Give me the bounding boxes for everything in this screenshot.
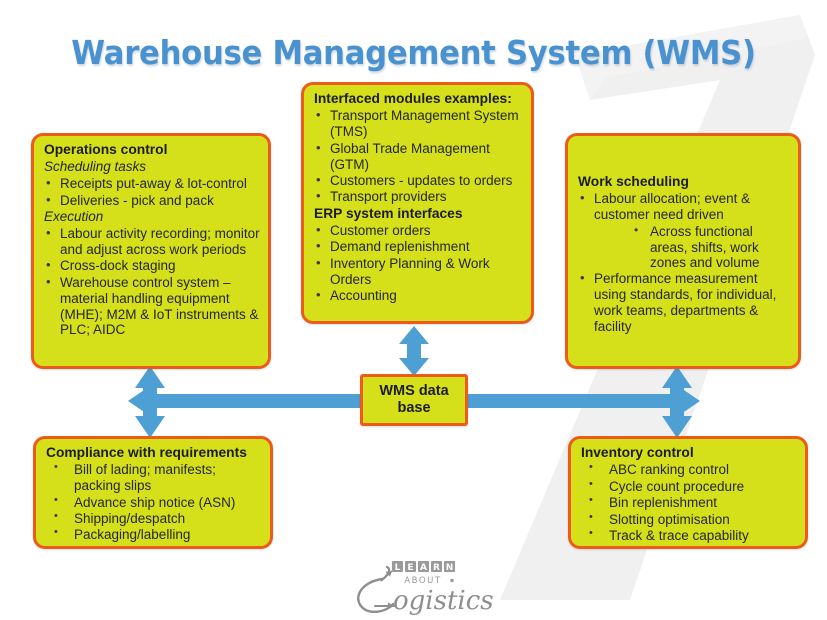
card-body: Inventory control ABC ranking control Cy… — [571, 439, 805, 550]
list-item: Transport Management System (TMS) — [314, 107, 523, 140]
card-interfaced-modules: Interfaced modules examples: Transport M… — [301, 82, 534, 324]
list-item: Bin replenishment — [581, 494, 797, 511]
bullet-list-compliance: Bill of lading; manifests; packing slips… — [46, 461, 262, 543]
bullet-list-scheduling: Receipts put-away & lot-control Deliveri… — [44, 175, 260, 209]
card-heading: Interfaced modules examples: — [314, 91, 512, 106]
subheading-execution: Execution — [44, 209, 104, 225]
list-item: Transport providers — [314, 188, 523, 205]
logo-letter: E — [407, 563, 413, 573]
list-item: Warehouse control system – material hand… — [44, 274, 260, 339]
list-item: Bill of lading; manifests; packing slips — [46, 461, 262, 494]
diagram-canvas: Warehouse Management System (WMS) Operat… — [0, 0, 827, 620]
bullet-list-inventory: ABC ranking control Cycle count procedur… — [581, 461, 797, 544]
card-wms-database: WMS data base — [360, 374, 468, 426]
logo-letter: R — [433, 563, 440, 573]
card-body: Compliance with requirements Bill of lad… — [36, 439, 270, 550]
page-title: Warehouse Management System (WMS) — [71, 33, 756, 72]
list-item: Labour allocation; event & customer need… — [578, 190, 790, 223]
card-operations-control: Operations control Scheduling tasks Rece… — [31, 133, 271, 369]
logo-letter: L — [395, 563, 401, 573]
brand-logo: L E A R N ABOUT ogistics — [345, 558, 495, 616]
list-item: Demand replenishment — [314, 238, 523, 255]
list-item: Packaging/labelling — [46, 526, 262, 543]
list-item: Inventory Planning & Work Orders — [314, 255, 523, 288]
card-inventory-control: Inventory control ABC ranking control Cy… — [568, 436, 808, 549]
list-item: Track & trace capability — [581, 527, 797, 544]
logo-word-logistics: ogistics — [393, 586, 494, 616]
logo-word-about: ABOUT — [404, 576, 442, 586]
list-item: ABC ranking control — [581, 461, 797, 478]
logo-letter: N — [446, 563, 454, 573]
arrow-right-vertical — [662, 366, 692, 438]
list-item: Customers - updates to orders — [314, 172, 523, 189]
card-body: Operations control Scheduling tasks Rece… — [34, 136, 268, 345]
arrow-left-vertical — [135, 366, 165, 438]
card-body: Interfaced modules examples: Transport M… — [304, 85, 531, 311]
card-heading: Inventory control — [581, 445, 694, 460]
card-heading: Operations control — [44, 142, 168, 157]
list-item: Performance measurement using standards,… — [578, 270, 790, 335]
learn-about-logistics-logo-icon: L E A R N ABOUT ogistics — [357, 561, 494, 616]
sub-bullet-list: Across functional areas, shifts, work zo… — [578, 223, 790, 272]
list-item: Slotting optimisation — [581, 511, 797, 528]
card-work-scheduling: Work scheduling Labour allocation; event… — [565, 133, 801, 369]
arrow-center-vertical — [399, 326, 429, 376]
list-item: Deliveries - pick and pack — [44, 192, 260, 209]
card-heading: Compliance with requirements — [46, 445, 247, 460]
list-item: Global Trade Management (GTM) — [314, 140, 523, 173]
bullet-list-performance: Performance measurement using standards,… — [578, 270, 790, 335]
bullet-list-work-scheduling: Labour allocation; event & customer need… — [578, 190, 790, 223]
card-compliance: Compliance with requirements Bill of lad… — [33, 436, 273, 549]
card-subheading-erp: ERP system interfaces — [314, 205, 463, 221]
list-item: Shipping/despatch — [46, 510, 262, 527]
wms-database-line2: base — [397, 400, 431, 416]
card-body: Work scheduling Labour allocation; event… — [568, 136, 798, 342]
card-heading: Work scheduling — [578, 174, 689, 189]
logo-letter: A — [420, 563, 427, 573]
wms-database-line1: WMS data — [379, 383, 449, 400]
subheading-scheduling-tasks: Scheduling tasks — [44, 159, 147, 175]
list-item: Cross-dock staging — [44, 257, 260, 274]
list-item: Cycle count procedure — [581, 478, 797, 495]
list-item: Accounting — [314, 287, 523, 304]
bullet-list-erp: Customer orders Demand replenishment Inv… — [314, 222, 523, 304]
list-item: Advance ship notice (ASN) — [46, 494, 262, 511]
list-item: Customer orders — [314, 222, 523, 239]
bullet-list-execution: Labour activity recording; monitor and a… — [44, 225, 260, 339]
list-item: Labour activity recording; monitor and a… — [44, 225, 260, 258]
bullet-list-modules: Transport Management System (TMS) Global… — [314, 107, 523, 205]
list-item: Across functional areas, shifts, work zo… — [620, 223, 790, 272]
list-item: Receipts put-away & lot-control — [44, 175, 260, 192]
wms-database-label: WMS data base — [379, 383, 448, 416]
